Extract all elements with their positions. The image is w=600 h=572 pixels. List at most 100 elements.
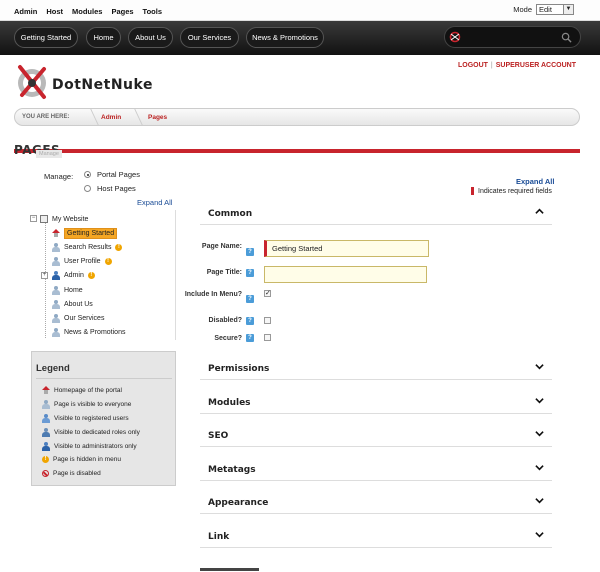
mode-select[interactable]: Edit ▼ [536, 4, 574, 15]
tree-expand-all-link[interactable]: Expand All [137, 198, 172, 207]
radio-dot[interactable] [84, 185, 91, 192]
tree-item-about-us[interactable]: About Us [52, 298, 93, 310]
search-icon[interactable] [561, 32, 572, 43]
legend-item: Visible to administrators only [42, 442, 137, 451]
nav-our-services[interactable]: Our Services [180, 27, 239, 48]
section-seo-header[interactable]: SEO [200, 425, 552, 447]
menu-pages[interactable]: Pages [111, 7, 133, 16]
logout-link[interactable]: LOGOUT [458, 62, 488, 69]
section-metatags-header[interactable]: Metatags [200, 459, 552, 481]
hidden-warning-icon: ! [104, 257, 112, 265]
hidden-warning-icon: ! [87, 271, 95, 279]
page-tree: − My Website Getting Started Search Resu… [26, 210, 176, 340]
section-title: Metatags [208, 465, 256, 475]
section-permissions-header[interactable]: Permissions [200, 358, 552, 380]
radio-dot[interactable] [84, 171, 91, 178]
tree-item-admin[interactable]: Admin ! [52, 269, 95, 281]
tree-item-user-profile[interactable]: User Profile ! [52, 255, 112, 267]
help-icon[interactable]: ? [246, 248, 254, 256]
section-link-header[interactable]: Link [200, 526, 552, 548]
home-icon [52, 229, 60, 237]
section-appearance-header[interactable]: Appearance [200, 492, 552, 514]
person-icon [52, 256, 60, 266]
help-icon[interactable]: ? [246, 295, 254, 303]
tree-item-home[interactable]: Home [52, 284, 83, 296]
chevron-down-icon[interactable] [535, 362, 544, 371]
tree-root[interactable]: My Website [40, 213, 88, 225]
radio-portal-pages[interactable]: Portal Pages [84, 170, 140, 179]
section-title: Modules [208, 398, 251, 408]
breadcrumb-separator [80, 108, 100, 126]
menu-host[interactable]: Host [46, 7, 63, 16]
legend-title: Legend [36, 363, 70, 374]
required-note: Indicates required fields [471, 187, 552, 195]
admin-icon [42, 442, 50, 451]
help-icon[interactable]: ? [246, 317, 254, 325]
nav-home[interactable]: Home [86, 27, 121, 48]
radio-host-pages[interactable]: Host Pages [84, 184, 136, 193]
section-common-title: Common [208, 209, 253, 219]
help-icon[interactable]: ? [246, 334, 254, 342]
mode-selector: Mode Edit ▼ [513, 4, 574, 15]
disabled-checkbox[interactable] [264, 317, 271, 324]
section-title: Permissions [208, 364, 270, 374]
person-icon [52, 285, 60, 295]
tree-item-label: Getting Started [64, 227, 118, 239]
secure-checkbox[interactable] [264, 334, 271, 341]
nav-getting-started[interactable]: Getting Started [14, 27, 78, 48]
mode-value: Edit [539, 5, 552, 14]
chevron-down-icon[interactable] [535, 496, 544, 505]
dedicated-role-icon [42, 428, 50, 437]
secure-label: Secure? [214, 335, 242, 342]
legend-item-label: Page is hidden in menu [53, 456, 121, 463]
chevron-down-icon[interactable] [535, 463, 544, 472]
tree-item-news-promotions[interactable]: News & Promotions [52, 326, 125, 338]
tree-item-our-services[interactable]: Our Services [52, 312, 104, 324]
chevron-down-icon[interactable] [535, 530, 544, 539]
link-separator: | [490, 62, 493, 69]
section-common-header[interactable]: Common [200, 203, 552, 225]
radio-host-label: Host Pages [97, 184, 136, 193]
required-note-text: Indicates required fields [478, 187, 552, 195]
menu-tools[interactable]: Tools [143, 7, 162, 16]
control-menu: Admin Host Modules Pages Tools [14, 7, 162, 16]
menu-admin[interactable]: Admin [14, 7, 37, 16]
user-links: LOGOUT | SUPERUSER ACCOUNT [458, 62, 576, 69]
tree-item-search-results[interactable]: Search Results ! [52, 241, 123, 253]
tree-expand-toggle[interactable]: + [41, 272, 48, 279]
hidden-warning-icon: ! [115, 243, 123, 251]
site-logo[interactable]: DotNetNuke [14, 61, 184, 103]
form-expand-all-link[interactable]: Expand All [516, 177, 554, 186]
tree-item-getting-started[interactable]: Getting Started [52, 227, 118, 239]
help-icon[interactable]: ? [246, 269, 254, 277]
breadcrumb-pages[interactable]: Pages [148, 114, 167, 121]
chevron-up-icon[interactable] [535, 207, 544, 216]
website-icon [40, 215, 48, 223]
person-icon [52, 327, 60, 337]
breadcrumb-label: YOU ARE HERE: [22, 114, 70, 120]
section-modules-header[interactable]: Modules [200, 392, 552, 414]
legend-item: Page is disabled [42, 470, 101, 477]
chevron-down-icon[interactable] [535, 396, 544, 405]
nav-news-promotions[interactable]: News & Promotions [246, 27, 324, 48]
nav-about-us[interactable]: About Us [128, 27, 173, 48]
include-in-menu-checkbox[interactable]: ✓ [264, 290, 271, 297]
search-box[interactable] [444, 26, 581, 48]
menu-modules[interactable]: Modules [72, 7, 102, 16]
chevron-down-icon[interactable] [535, 429, 544, 438]
main-nav: Getting Started Home About Us Our Servic… [0, 21, 600, 55]
page-title-input[interactable] [264, 266, 427, 283]
account-link[interactable]: SUPERUSER ACCOUNT [496, 62, 576, 69]
tree-collapse-toggle[interactable]: − [30, 215, 37, 222]
legend-item-label: Homepage of the portal [54, 386, 122, 394]
page-name-label: Page Name: [201, 243, 242, 250]
disabled-label: Disabled? [208, 317, 242, 324]
breadcrumb-admin[interactable]: Admin [101, 114, 121, 121]
dnn-logo-mark [18, 65, 46, 99]
hidden-warning-icon: ! [42, 456, 49, 463]
legend-item: Homepage of the portal [42, 386, 122, 394]
page-name-input[interactable]: Getting Started [264, 240, 429, 257]
legend-item: Visible to registered users [42, 414, 129, 423]
legend-item: Visible to dedicated roles only [42, 428, 140, 437]
title-rule [14, 149, 580, 153]
